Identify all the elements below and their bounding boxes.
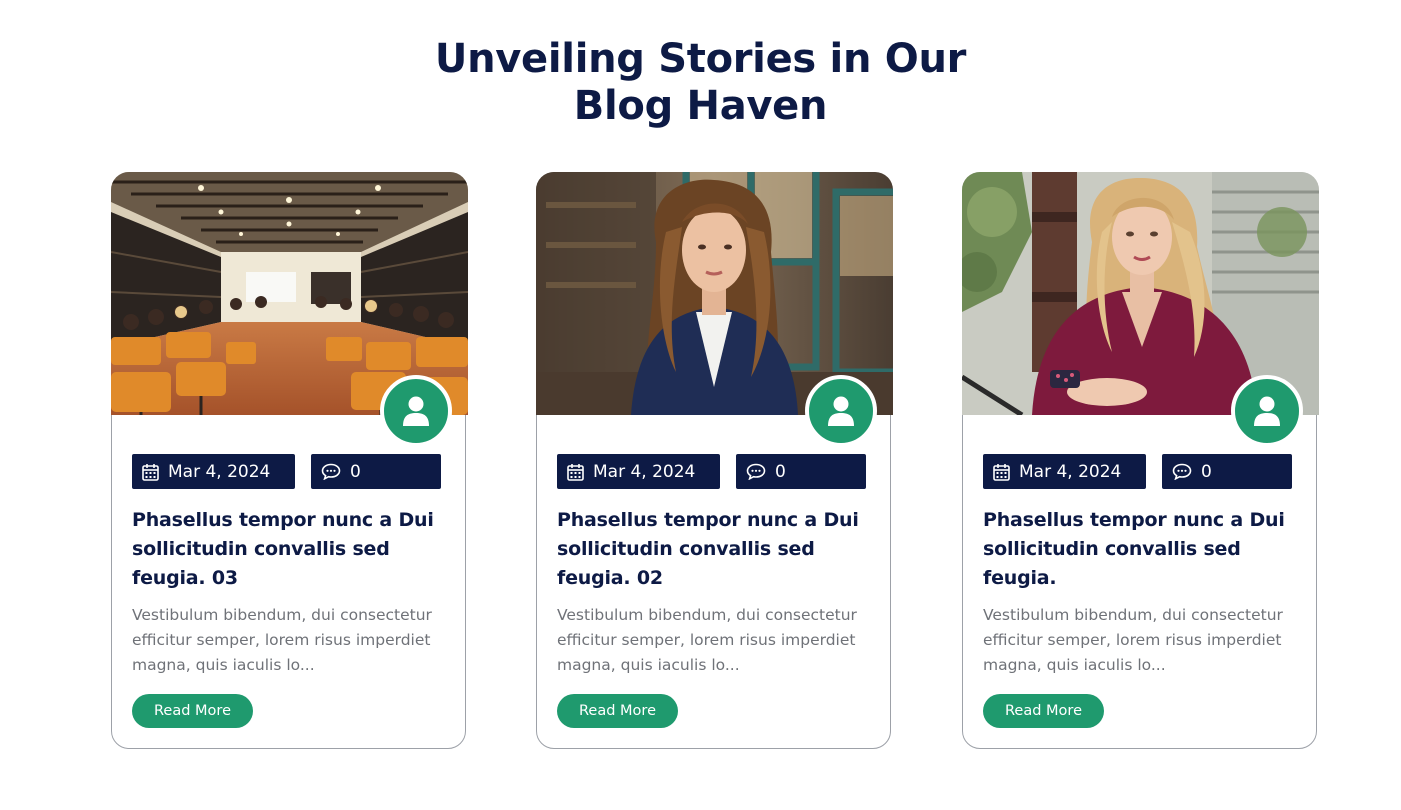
post-date: Mar 4, 2024 (1019, 461, 1122, 482)
calendar-icon (993, 463, 1010, 481)
blog-section: Unveiling Stories in Our Blog Haven Mar … (0, 0, 1401, 810)
read-more-button[interactable]: Read More (983, 694, 1104, 728)
read-more-button[interactable]: Read More (557, 694, 678, 728)
section-title-line-2: Blog Haven (573, 83, 828, 129)
blog-card: Mar 4, 2024 0 Phasellus tempor nunc a Du… (536, 172, 893, 749)
blog-card: Mar 4, 2024 0 Phasellus tempor nunc a Du… (111, 172, 468, 749)
post-date: Mar 4, 2024 (593, 461, 696, 482)
read-more-button[interactable]: Read More (132, 694, 253, 728)
post-title[interactable]: Phasellus tempor nunc a Dui sollicitudin… (983, 506, 1301, 593)
post-excerpt: Vestibulum bibendum, dui consectetur eff… (557, 606, 857, 674)
user-icon (403, 396, 429, 426)
comment-icon (1172, 463, 1192, 480)
comment-count-badge[interactable]: 0 (311, 454, 441, 489)
post-title[interactable]: Phasellus tempor nunc a Dui sollicitudin… (132, 506, 450, 593)
comment-count: 0 (1201, 461, 1212, 482)
comment-icon (746, 463, 766, 480)
post-excerpt: Vestibulum bibendum, dui consectetur eff… (132, 606, 432, 674)
comment-count-badge[interactable]: 0 (736, 454, 866, 489)
post-date-badge: Mar 4, 2024 (983, 454, 1146, 489)
comment-count: 0 (775, 461, 786, 482)
post-date-badge: Mar 4, 2024 (132, 454, 295, 489)
author-avatar[interactable] (380, 375, 452, 447)
comment-count-badge[interactable]: 0 (1162, 454, 1292, 489)
user-icon (1254, 396, 1280, 426)
post-title[interactable]: Phasellus tempor nunc a Dui sollicitudin… (557, 506, 875, 593)
post-date-badge: Mar 4, 2024 (557, 454, 720, 489)
author-avatar[interactable] (1231, 375, 1303, 447)
calendar-icon (567, 463, 584, 481)
post-date: Mar 4, 2024 (168, 461, 271, 482)
comment-count: 0 (350, 461, 361, 482)
section-title-line-1: Unveiling Stories in Our (434, 36, 967, 82)
user-icon (828, 396, 854, 426)
comment-icon (321, 463, 341, 480)
calendar-icon (142, 463, 159, 481)
section-title: Unveiling Stories in Our Blog Haven (0, 36, 1401, 130)
post-excerpt: Vestibulum bibendum, dui consectetur eff… (983, 606, 1283, 674)
blog-card: Mar 4, 2024 0 Phasellus tempor nunc a Du… (962, 172, 1319, 749)
author-avatar[interactable] (805, 375, 877, 447)
